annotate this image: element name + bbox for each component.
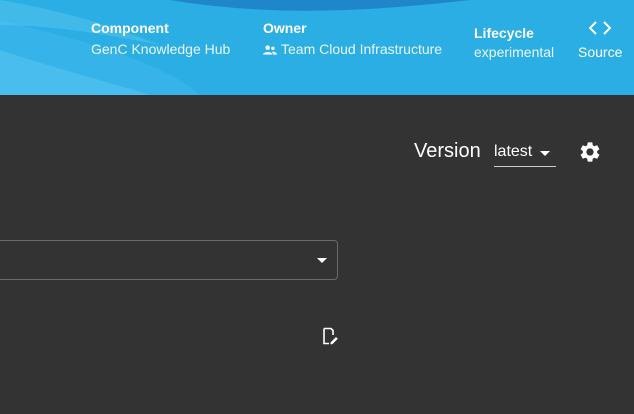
chevron-down-icon bbox=[317, 258, 327, 263]
source-label: Source bbox=[578, 44, 623, 60]
version-label: Version bbox=[414, 140, 481, 162]
component-value: GenC Knowledge Hub bbox=[91, 41, 231, 57]
source-link[interactable]: Source bbox=[578, 20, 622, 60]
select-dropdown[interactable] bbox=[0, 240, 338, 280]
version-value: latest bbox=[494, 143, 533, 160]
owner-value: Team Cloud Infrastructure bbox=[281, 41, 443, 57]
lifecycle-label: Lifecycle bbox=[474, 25, 534, 41]
group-icon bbox=[263, 45, 277, 55]
owner-meta: Owner Team Cloud Infrastructure bbox=[263, 20, 442, 57]
owner-link[interactable]: Team Cloud Infrastructure bbox=[263, 41, 442, 57]
owner-label: Owner bbox=[263, 20, 307, 36]
chevron-down-icon bbox=[540, 151, 550, 156]
edit-document-icon[interactable] bbox=[321, 327, 339, 345]
version-select[interactable]: latest bbox=[494, 141, 556, 167]
page-header: Component GenC Knowledge Hub Owner Team … bbox=[0, 0, 634, 95]
lifecycle-value: experimental bbox=[474, 44, 555, 60]
component-meta: Component GenC Knowledge Hub bbox=[91, 20, 230, 57]
component-label: Component bbox=[91, 20, 169, 36]
gear-icon[interactable] bbox=[578, 140, 602, 164]
lifecycle-meta: Lifecycle experimental bbox=[474, 25, 554, 60]
code-icon bbox=[588, 21, 612, 35]
